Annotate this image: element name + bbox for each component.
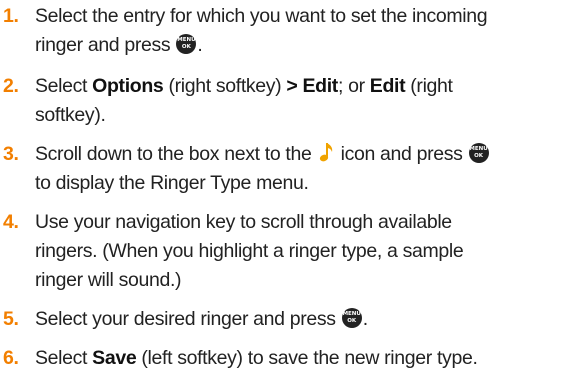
step-text-line: ringer and press [35, 34, 176, 56]
edit-softkey-label: Edit [369, 75, 406, 97]
step-text-line: softkey). [35, 104, 106, 126]
step-text: Scroll down to the box next to the icon … [35, 140, 573, 198]
step-text-line: Use your navigation key to scroll throug… [35, 211, 452, 233]
step-text-fragment: . [197, 34, 203, 56]
step-text: Select Save (left softkey) to save the n… [35, 344, 573, 373]
options-softkey-label: Options [92, 75, 164, 97]
step-text-fragment: Select [35, 347, 93, 369]
step-text-fragment: icon and press [335, 143, 468, 165]
step-text-fragment: . [362, 308, 368, 330]
step-text-fragment: (right softkey) [163, 75, 287, 97]
step-text-line: Select the entry for which you want to s… [35, 5, 488, 27]
step-text: Select Options (right softkey) > Edit; o… [35, 72, 573, 130]
step-text-fragment: Select [35, 75, 93, 97]
step-text-fragment: ; or [337, 75, 370, 97]
save-softkey-label: Save [92, 347, 137, 369]
step-text: Select the entry for which you want to s… [35, 2, 573, 60]
step-text-line: to display the Ringer Type menu. [35, 172, 309, 194]
musical-note-icon [319, 143, 332, 162]
step-text-line: ringer will sound.) [35, 269, 182, 291]
menu-ok-key-icon: MENU OK [176, 34, 197, 54]
step-text-fragment: (left softkey) to save the new ringer ty… [136, 347, 478, 369]
step-text-fragment: (right [405, 75, 453, 97]
step-number: 6. [3, 347, 19, 369]
step-number: 4. [3, 211, 19, 233]
edit-menu-path: > Edit [286, 75, 338, 97]
step-text: Use your navigation key to scroll throug… [35, 208, 573, 295]
step-text: Select your desired ringer and press MEN… [35, 305, 573, 334]
step-number: 1. [3, 5, 19, 27]
step-text-fragment: Scroll down to the box next to the [35, 143, 317, 165]
menu-ok-key-icon: MENU OK [341, 308, 362, 328]
menu-ok-key-icon: MENU OK [468, 143, 489, 163]
step-text-line: ringers. (When you highlight a ringer ty… [35, 240, 464, 262]
step-number: 5. [3, 308, 19, 330]
step-number: 3. [3, 143, 19, 165]
step-text-fragment: Select your desired ringer and press [35, 308, 341, 330]
step-number: 2. [3, 75, 19, 97]
